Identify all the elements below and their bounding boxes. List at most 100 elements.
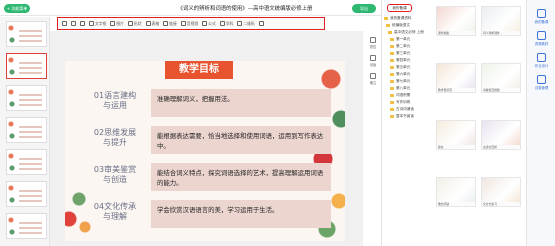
resource-card[interactable]: 教学目标页	[436, 63, 476, 93]
slide-thumbnail[interactable]	[6, 181, 47, 207]
resource-card[interactable]: 散文阅读	[436, 177, 476, 207]
rail-item[interactable]: 作业设计	[529, 52, 554, 68]
rail-item[interactable]: 我的备课	[529, 8, 554, 24]
toolbar-item[interactable]	[62, 21, 67, 26]
rail-item-label: 我的备课	[534, 20, 549, 24]
rail-item[interactable]: 试卷管理	[529, 74, 554, 90]
thumbnail-text-band	[19, 94, 42, 97]
folder-tree-item[interactable]: 第二单元	[384, 43, 434, 50]
toolbar-item[interactable]: 学科	[219, 21, 233, 27]
slide-thumbnail[interactable]	[6, 85, 47, 111]
slide-thumbnail[interactable]	[6, 21, 47, 47]
search-icon	[258, 21, 264, 26]
objective-label[interactable]: 04文化传承 与理解	[79, 202, 151, 222]
folder-tree-item[interactable]: 第八单元	[384, 85, 434, 92]
objective-label[interactable]: 03审美鉴赏 与创造	[79, 165, 151, 185]
my-lessons-tab[interactable]: 我的备课	[387, 4, 412, 12]
slide-thumbnail[interactable]	[6, 53, 47, 79]
toolbar-item[interactable]	[258, 21, 264, 26]
function-menu-button[interactable]: + 功能菜单	[4, 4, 30, 13]
rail-item-label: 试卷管理	[534, 86, 549, 90]
table-icon	[145, 21, 151, 26]
folder-label: 第五单元	[396, 65, 411, 69]
toolbar-item[interactable]: 表格	[145, 20, 160, 27]
folder-tree-item[interactable]: 统编版语文	[384, 22, 434, 29]
folder-tree-item[interactable]: 第五单元	[384, 64, 434, 71]
toolbar-item-label: 音视频	[186, 20, 199, 26]
folder-tree-item[interactable]: 写作训练	[384, 99, 434, 106]
folder-tree-item[interactable]: 第四单元	[384, 57, 434, 64]
resource-card[interactable]: 诗歌鉴赏模板	[481, 63, 521, 93]
resource-card[interactable]: 课件模板	[436, 6, 476, 36]
thumbnail-decoration	[7, 54, 17, 78]
thumbnail-decoration	[7, 22, 17, 46]
objective-text[interactable]: 能结合词义特点，探究词语选择的艺术，提高理解运用词语的能力。	[151, 163, 331, 191]
folder-tree-item[interactable]: 整本书阅读	[384, 113, 434, 120]
mini-tool-label: 备注	[369, 81, 377, 85]
mini-tool[interactable]: 动画	[366, 54, 380, 67]
folder-label: 第四单元	[396, 58, 411, 62]
folder-icon	[390, 38, 394, 41]
resource-card[interactable]: 词义辨析课件	[481, 6, 521, 36]
thumbnail-text-band	[19, 136, 42, 139]
objective-text[interactable]: 准确理解词义，把握用法。	[151, 89, 331, 117]
folder-icon	[390, 101, 394, 104]
folder-tree-item[interactable]: 第七单元	[384, 78, 434, 85]
toolbar-item[interactable]: 二维码	[237, 21, 255, 27]
toolbar-item[interactable]: 音视频	[180, 20, 199, 27]
objective-label[interactable]: 02思维发展 与提升	[79, 128, 151, 148]
redo-icon	[71, 21, 76, 26]
folder-icon	[390, 108, 394, 111]
objective-text[interactable]: 能根据表达需要，恰当地选择和使用词语，运用到写作表达中。	[151, 126, 331, 154]
toolbar-item[interactable]: 图片	[110, 21, 124, 27]
resource-card[interactable]: 静女	[436, 120, 476, 150]
mini-tool[interactable]: 属性	[366, 36, 380, 49]
thumbnail-text-band	[19, 232, 42, 235]
resource-card[interactable]: 文言文复习	[481, 177, 521, 207]
resource-caption: 教学目标页	[438, 88, 452, 92]
resource-thumbnail	[482, 178, 520, 202]
document-title: 《词义的辨析和词语的使用》—高中语文统编版必修上册	[177, 6, 313, 12]
editor-toolbar: 文字框 图片 形状 表格 链接 音视频 公式 学科 二维码	[57, 17, 325, 30]
side-mini-toolbar: 属性 动画 备注	[366, 36, 380, 90]
toolbar-item[interactable]: 形状	[127, 21, 142, 27]
resource-card[interactable]: 古诗文赏析	[481, 120, 521, 150]
pen-icon	[537, 9, 546, 18]
folder-tree-item[interactable]: 高中语文必修 上册	[384, 29, 434, 36]
thumbnail-text-band	[19, 131, 42, 134]
toolbar-item[interactable]	[71, 21, 76, 26]
folder-tree-item[interactable]: 第一单元	[384, 36, 434, 43]
export-button[interactable]: 导出	[352, 4, 376, 13]
slide-thumbnail[interactable]	[6, 117, 47, 143]
folder-tree-item[interactable]: 第六单元	[384, 71, 434, 78]
thumbnail-text-band	[19, 126, 42, 129]
notes-icon	[370, 73, 376, 79]
slide-thumbnail[interactable]	[6, 213, 47, 239]
toolbar-item[interactable]	[80, 21, 85, 26]
slide[interactable]: 教学目标 01语言建构 与运用 准确理解词义，把握用法。 02思维发展 与提升 能根据…	[65, 61, 345, 241]
mini-tool[interactable]: 备注	[366, 72, 380, 85]
rail-item[interactable]: 资源素材	[529, 30, 554, 46]
exam-icon	[537, 75, 546, 84]
thumbnail-text-band	[19, 62, 42, 65]
objective-text[interactable]: 学会欣赏汉语语言的美，学习运用于生活。	[151, 200, 331, 228]
folder-tree-item[interactable]: 词语积累	[384, 92, 434, 99]
resource-thumbnail	[482, 121, 520, 145]
folder-label: 词语积累	[396, 93, 411, 97]
folder-label: 第八单元	[396, 86, 411, 90]
toolbar-item-label: 表格	[151, 20, 160, 26]
shape-icon	[127, 21, 133, 26]
resource-caption: 词义辨析课件	[483, 31, 500, 35]
thumbnail-text-band	[19, 72, 42, 75]
slide-thumbnail[interactable]	[6, 149, 47, 175]
toolbar-item[interactable]: 公式	[202, 21, 216, 27]
folder-tree-item[interactable]: 古诗词诵读	[384, 106, 434, 113]
toolbar-item[interactable]: 链接	[163, 21, 177, 27]
folder-tree-item[interactable]: 我的备课资料	[384, 15, 434, 22]
objective-label[interactable]: 01语言建构 与运用	[79, 91, 151, 111]
resource-thumbnail	[437, 121, 475, 145]
slide-title[interactable]: 教学目标	[165, 61, 233, 79]
toolbar-item[interactable]: 文字框	[89, 21, 106, 27]
folder-tree-item[interactable]: 第三单元	[384, 50, 434, 57]
rail-item-label: 作业设计	[534, 64, 549, 68]
